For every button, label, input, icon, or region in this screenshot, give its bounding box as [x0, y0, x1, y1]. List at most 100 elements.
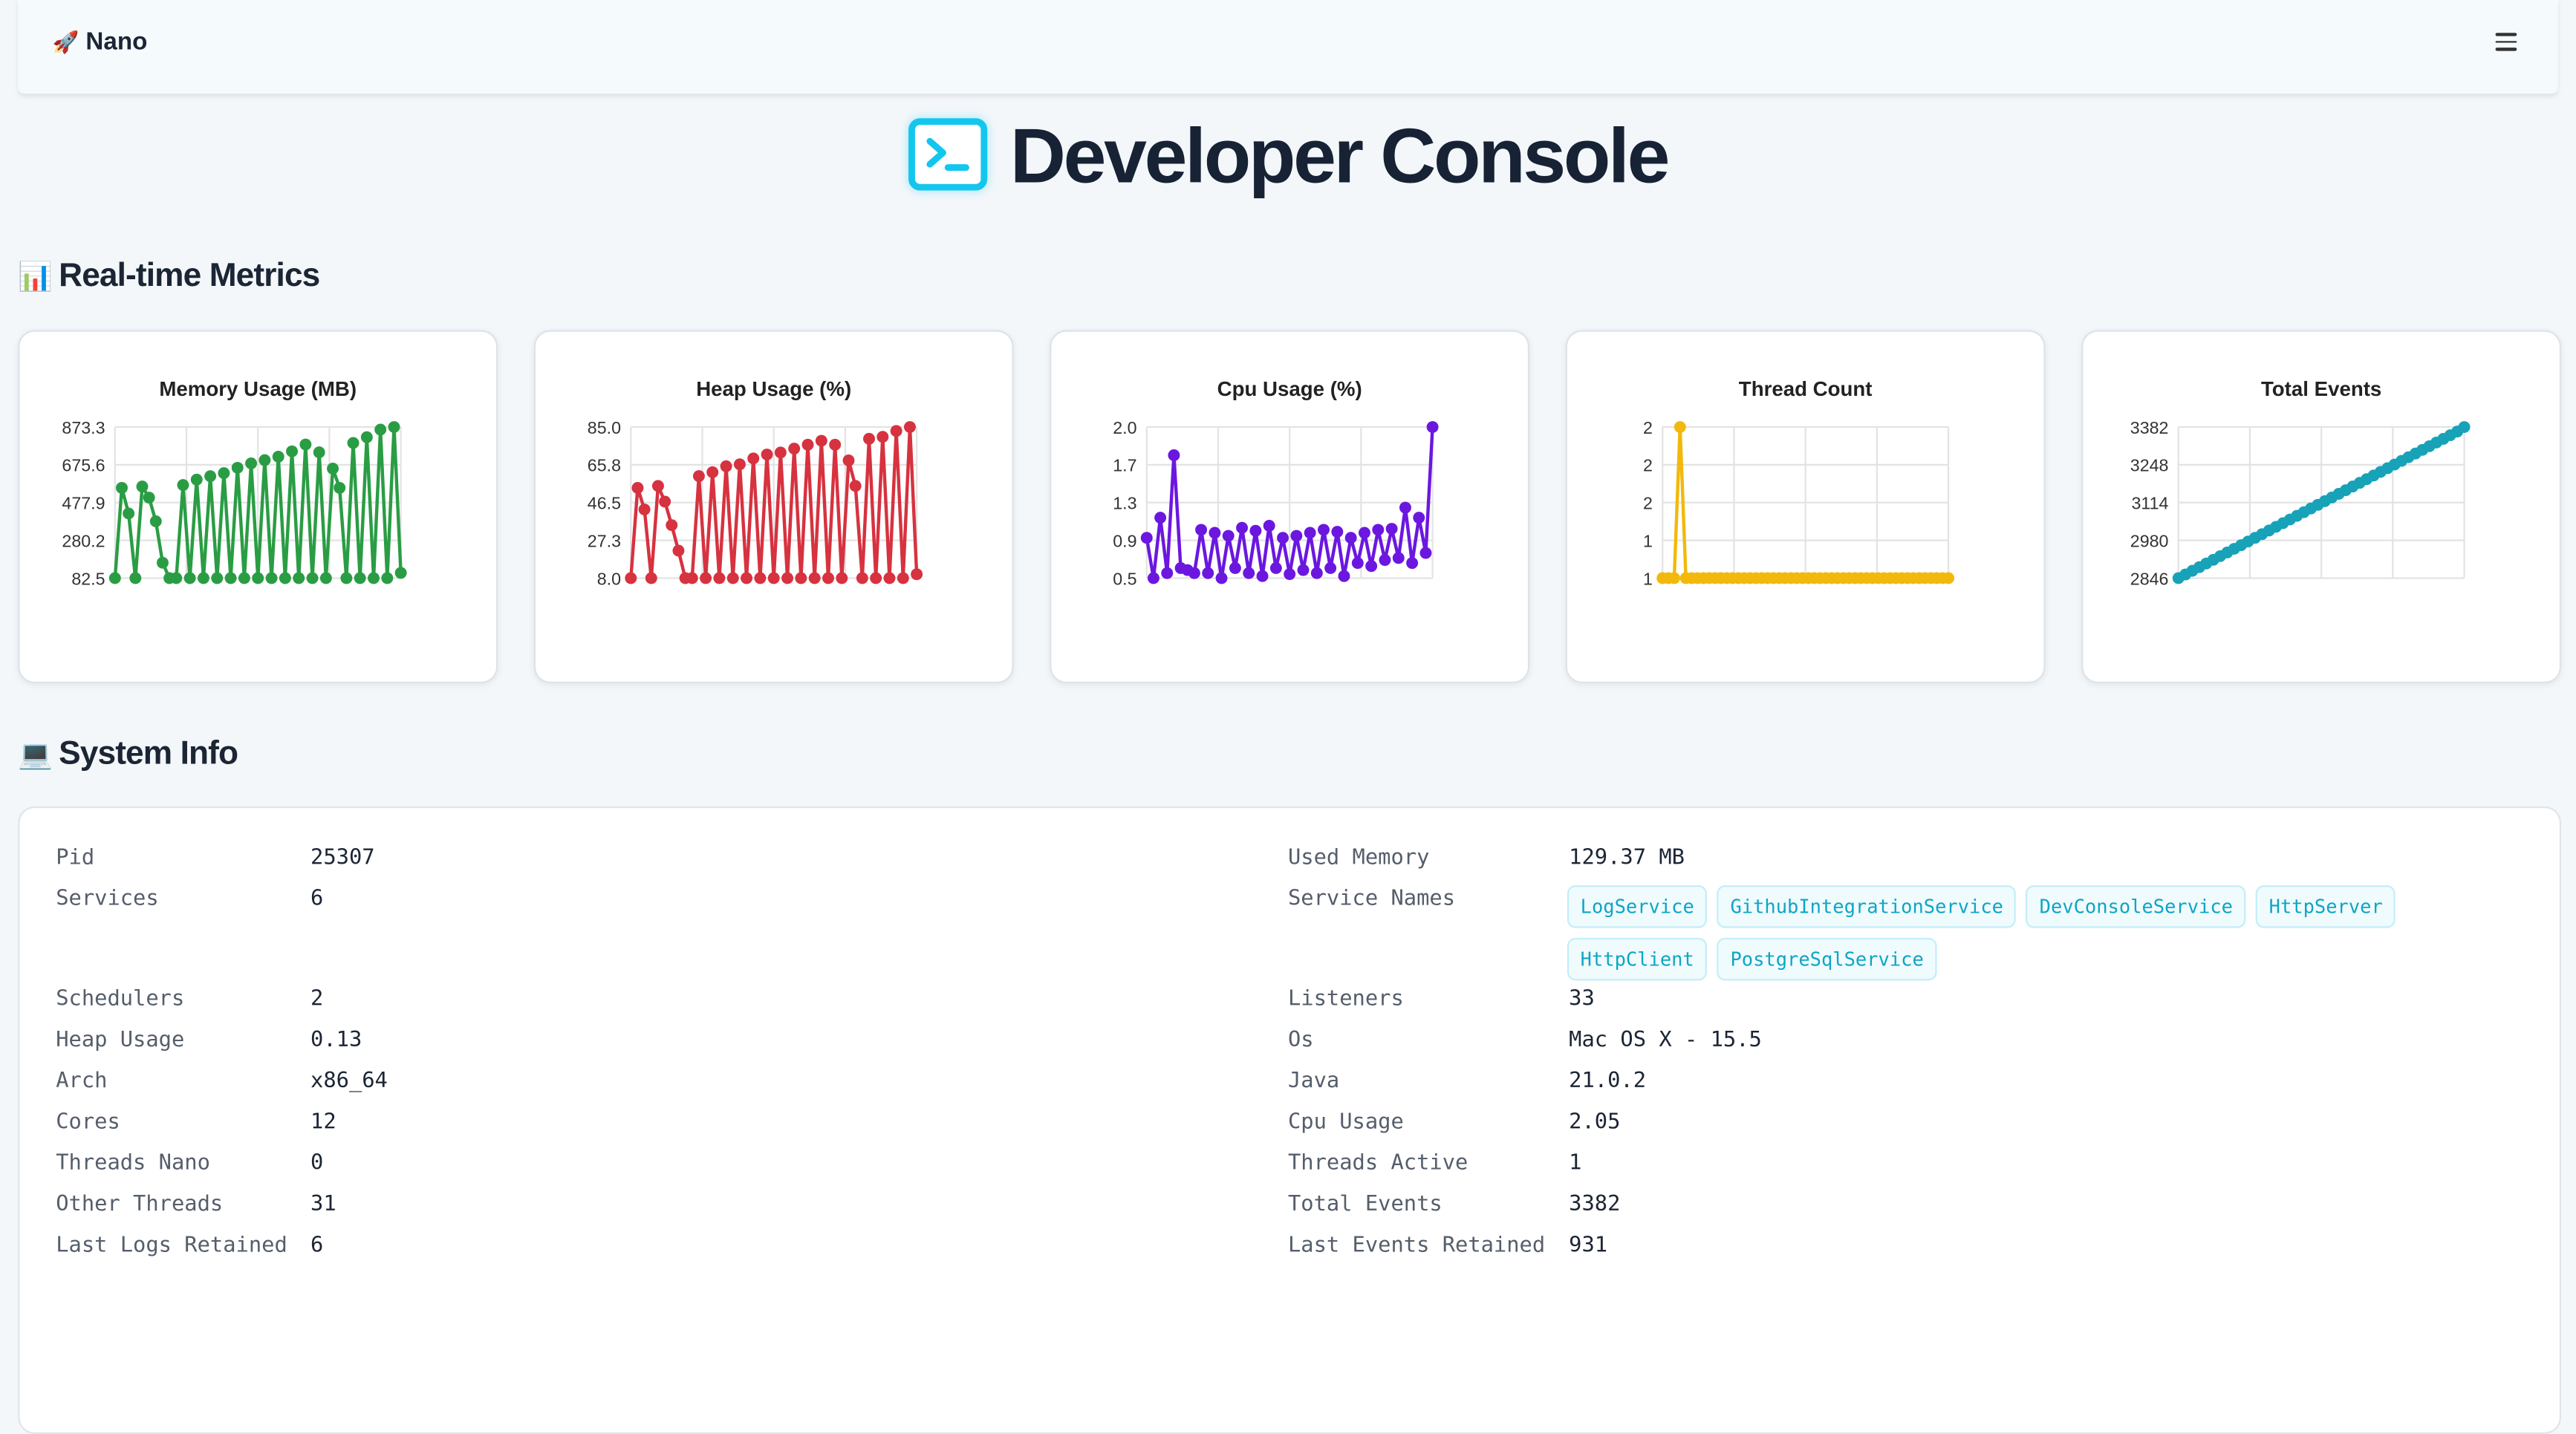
- data-point[interactable]: [1147, 572, 1159, 584]
- data-point[interactable]: [849, 480, 862, 492]
- data-point[interactable]: [170, 572, 183, 584]
- data-point[interactable]: [211, 572, 224, 584]
- data-point[interactable]: [1359, 527, 1370, 539]
- data-point[interactable]: [876, 431, 889, 443]
- data-point[interactable]: [1385, 523, 1398, 535]
- data-point[interactable]: [183, 572, 196, 584]
- data-point[interactable]: [897, 572, 909, 584]
- data-point[interactable]: [1222, 529, 1235, 542]
- data-point[interactable]: [911, 568, 923, 581]
- data-point[interactable]: [374, 423, 387, 436]
- data-point[interactable]: [767, 572, 780, 584]
- data-point[interactable]: [1215, 572, 1228, 584]
- data-point[interactable]: [856, 572, 868, 584]
- brand-link[interactable]: 🚀 Nano: [53, 28, 148, 56]
- data-point[interactable]: [1419, 547, 1432, 559]
- data-point[interactable]: [272, 451, 284, 463]
- data-point[interactable]: [238, 572, 250, 584]
- data-point[interactable]: [1161, 567, 1174, 579]
- data-point[interactable]: [1140, 532, 1153, 544]
- data-point[interactable]: [1344, 532, 1357, 544]
- data-point[interactable]: [842, 454, 855, 466]
- data-point[interactable]: [726, 572, 739, 584]
- data-point[interactable]: [1277, 532, 1289, 544]
- data-point[interactable]: [1154, 512, 1167, 524]
- data-point[interactable]: [795, 572, 807, 584]
- data-point[interactable]: [645, 572, 657, 584]
- data-point[interactable]: [156, 556, 169, 569]
- data-point[interactable]: [1195, 524, 1208, 536]
- data-point[interactable]: [815, 434, 827, 447]
- data-point[interactable]: [1243, 567, 1255, 579]
- data-point[interactable]: [774, 446, 787, 459]
- data-point[interactable]: [136, 480, 149, 493]
- data-point[interactable]: [904, 421, 916, 434]
- data-point[interactable]: [883, 572, 896, 584]
- data-point[interactable]: [218, 467, 230, 480]
- data-point[interactable]: [258, 454, 271, 466]
- data-point[interactable]: [659, 495, 671, 508]
- data-point[interactable]: [706, 466, 719, 478]
- data-point[interactable]: [231, 461, 244, 474]
- data-point[interactable]: [299, 438, 312, 451]
- data-point[interactable]: [1304, 527, 1316, 539]
- data-point[interactable]: [801, 438, 814, 451]
- data-point[interactable]: [754, 572, 767, 584]
- data-point[interactable]: [1168, 449, 1180, 461]
- data-point[interactable]: [1331, 526, 1344, 538]
- data-point[interactable]: [1229, 561, 1241, 574]
- data-point[interactable]: [1392, 552, 1405, 564]
- data-point[interactable]: [1188, 567, 1200, 579]
- data-point[interactable]: [781, 572, 793, 584]
- data-point[interactable]: [1324, 561, 1337, 574]
- data-point[interactable]: [761, 449, 773, 460]
- data-point[interactable]: [713, 572, 726, 584]
- data-point[interactable]: [293, 572, 305, 584]
- data-point[interactable]: [836, 572, 848, 584]
- data-point[interactable]: [123, 507, 135, 520]
- data-point[interactable]: [108, 572, 121, 584]
- data-point[interactable]: [245, 457, 258, 469]
- data-point[interactable]: [666, 519, 678, 532]
- data-point[interactable]: [672, 544, 685, 557]
- data-point[interactable]: [149, 515, 162, 527]
- data-point[interactable]: [381, 572, 394, 584]
- data-point[interactable]: [638, 503, 651, 515]
- data-point[interactable]: [720, 460, 732, 472]
- data-point[interactable]: [822, 572, 834, 584]
- data-point[interactable]: [1284, 568, 1296, 581]
- data-point[interactable]: [327, 462, 339, 475]
- data-point[interactable]: [306, 572, 319, 584]
- data-point[interactable]: [197, 572, 209, 584]
- data-point[interactable]: [1942, 572, 1955, 584]
- data-point[interactable]: [347, 437, 360, 449]
- data-point[interactable]: [224, 572, 237, 584]
- data-point[interactable]: [1202, 567, 1214, 579]
- data-point[interactable]: [1674, 421, 1686, 434]
- data-point[interactable]: [686, 572, 698, 584]
- data-point[interactable]: [1290, 529, 1303, 542]
- data-point[interactable]: [1379, 554, 1391, 567]
- data-point[interactable]: [692, 470, 705, 483]
- data-point[interactable]: [1209, 527, 1221, 539]
- data-point[interactable]: [1269, 561, 1282, 574]
- data-point[interactable]: [1351, 557, 1364, 570]
- data-point[interactable]: [1668, 572, 1680, 584]
- data-point[interactable]: [279, 572, 291, 584]
- data-point[interactable]: [1338, 570, 1350, 582]
- data-point[interactable]: [741, 572, 753, 584]
- data-point[interactable]: [651, 480, 664, 492]
- data-point[interactable]: [177, 479, 189, 492]
- data-point[interactable]: [733, 458, 746, 471]
- data-point[interactable]: [143, 492, 155, 504]
- data-point[interactable]: [788, 443, 801, 455]
- data-point[interactable]: [1263, 520, 1275, 532]
- data-point[interactable]: [360, 431, 373, 443]
- data-point[interactable]: [354, 572, 366, 584]
- data-point[interactable]: [2458, 421, 2471, 434]
- data-point[interactable]: [388, 421, 400, 434]
- data-point[interactable]: [863, 432, 875, 445]
- data-point[interactable]: [319, 572, 332, 584]
- data-point[interactable]: [204, 470, 217, 483]
- data-point[interactable]: [1399, 501, 1411, 514]
